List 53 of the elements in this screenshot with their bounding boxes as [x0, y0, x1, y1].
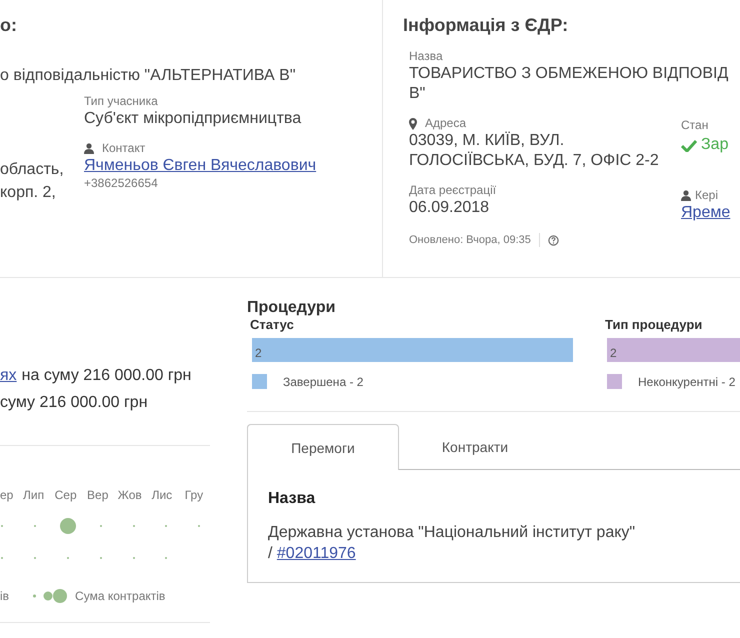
field-label: Стан	[681, 118, 708, 133]
user-icon	[681, 190, 691, 201]
help-icon[interactable]	[548, 234, 559, 246]
participant-type: Суб'єкт мікропідприємництва	[84, 109, 302, 129]
address-line: 03039, М. КИЇВ, ВУЛ.	[409, 131, 566, 151]
separator-slash: /	[268, 545, 272, 562]
buyer-code-link[interactable]: #02011976	[276, 545, 356, 562]
company-name-line: В"	[409, 84, 426, 104]
map-pin-icon	[409, 118, 417, 130]
procedures-heading: Процедури	[247, 299, 336, 317]
buyer-name: Державна установа "Національний інститут раку"	[268, 523, 636, 543]
legend-label: Неконкурентні - 2	[638, 374, 736, 388]
contact-link[interactable]: Ячменьов Євген Вячеславович	[84, 156, 316, 176]
month-label: Жов	[116, 488, 143, 502]
month-label: Сер	[54, 488, 78, 502]
legend-label: Завершена - 2	[283, 374, 364, 388]
month-label: ер	[0, 488, 14, 502]
section-heading: Інформація з ЄДР:	[403, 15, 570, 37]
section-heading: о:	[0, 15, 18, 37]
chart-title: Тип процедури	[605, 317, 704, 332]
month-label: Гру	[184, 488, 204, 502]
company-name-line: ТОВАРИСТВО З ОБМЕЖЕНОЮ ВІДПОВІД	[409, 64, 730, 84]
summary-text: суму 216 000.00 грн	[0, 393, 148, 413]
bar: 2	[252, 338, 573, 362]
check-icon	[681, 138, 697, 152]
phone-number: +3862526654	[84, 176, 158, 190]
legend-label: Сума контрактів	[75, 589, 166, 603]
updated-time: Оновлено: Вчора, 09:35	[409, 234, 531, 246]
tenders-link[interactable]: ях	[0, 362, 17, 389]
participant-name: о відповідальністю "АЛЬТЕРНАТИВА В"	[0, 66, 296, 86]
field-label: Кері	[695, 188, 718, 203]
month-label: Лис	[150, 488, 174, 502]
status-value: Зар	[701, 135, 728, 155]
field-label: Дата реєстрації	[409, 183, 498, 198]
address-line: корп. 2,	[0, 183, 57, 203]
bar: 2	[607, 338, 740, 362]
tab[interactable]: Перемоги	[247, 424, 399, 470]
registration-date: 06.09.2018	[409, 198, 490, 218]
column-header: Назва	[268, 490, 316, 508]
chart-title: Статус	[250, 317, 295, 332]
month-label: Вер	[86, 488, 110, 502]
month-label: Лип	[22, 488, 46, 502]
summary-text: на суму 216 000.00 грн	[22, 366, 192, 386]
address-line: область,	[0, 160, 65, 180]
legend-label: ів	[0, 589, 10, 603]
field-label: Адреса	[425, 116, 466, 131]
bubble-size-legend-icon	[33, 588, 68, 604]
field-label: Контакт	[102, 141, 146, 156]
director-link[interactable]: Яреме	[681, 203, 730, 223]
address-line: ГОЛОСІЇВСЬКА, БУД. 7, ОФІС 2-2	[409, 151, 660, 171]
field-label: Назва	[409, 49, 444, 64]
field-label: Тип учасника	[84, 94, 158, 109]
user-icon	[84, 143, 94, 154]
